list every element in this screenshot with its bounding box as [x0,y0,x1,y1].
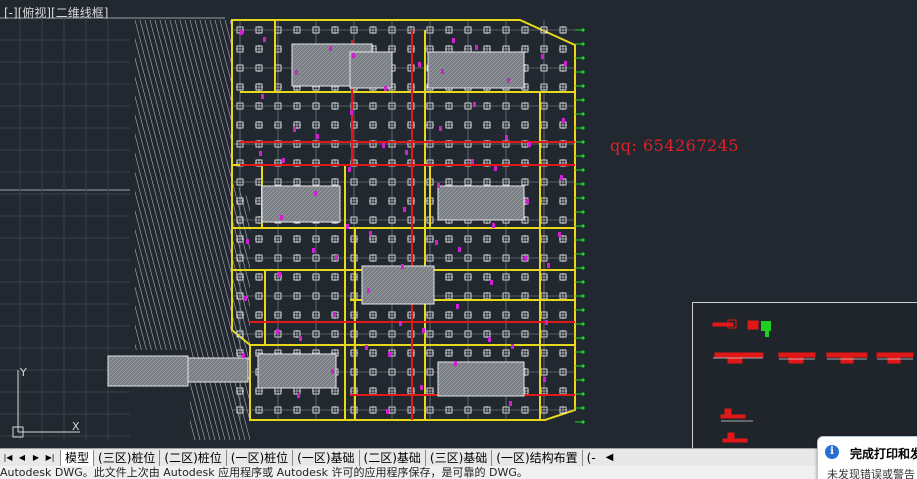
next-tab-icon[interactable]: ▶ [30,451,42,465]
first-tab-icon[interactable]: |◀ [2,451,14,465]
layout-tab[interactable]: (二区)桩位 [159,449,225,466]
detail-preview-panel[interactable] [692,302,917,448]
layout-tab-bar: |◀ ◀ ▶ ▶| 模型 (三区)桩位 (二区)桩位 (一区)桩位 (一区)基础 (二区)… [0,448,917,466]
layout-tab[interactable]: (一区)桩位 [225,449,292,466]
ucs-x-label: X [72,420,80,433]
ucs-y-label: Y [20,366,27,379]
viewport-label[interactable]: [-][俯视][二维线框] [4,4,108,21]
tab-list: 模型 (三区)桩位 (二区)桩位 (一区)桩位 (一区)基础 (二区)基础 (三区)基础 (一… [60,449,600,466]
command-status-bar: Autodesk DWG。此文件上次由 Autodesk 应用程序或 Autod… [0,466,917,479]
detail-sketches [712,319,914,443]
drawing-canvas[interactable]: [-][俯视][二维线框] qq: 654267245 Y X [0,0,917,448]
layout-tab[interactable]: (一区)基础 [292,449,358,466]
prev-tab-icon[interactable]: ◀ [16,451,28,465]
layout-tab[interactable]: (二区)基础 [358,449,425,466]
layout-tab[interactable]: (一区)结构布置 [491,449,581,466]
info-icon: i [825,445,839,459]
layout-tab[interactable]: (- [581,449,600,466]
layout-tab[interactable]: 模型 [60,449,94,466]
layout-tab[interactable]: (三区)基础 [424,449,491,466]
notification-body: 未发现错误或警告 [827,468,915,479]
notification-title: 完成打印和发 [850,447,917,461]
tab-scroll-left-icon[interactable]: ◀ [606,452,614,463]
ucs-icon: Y X [8,360,88,440]
last-tab-icon[interactable]: ▶| [44,451,56,465]
plot-notification[interactable]: i 完成打印和发 未发现错误或警告 [817,436,917,479]
layout-tab[interactable]: (三区)桩位 [93,449,159,466]
qq-watermark: qq: 654267245 [610,136,740,155]
